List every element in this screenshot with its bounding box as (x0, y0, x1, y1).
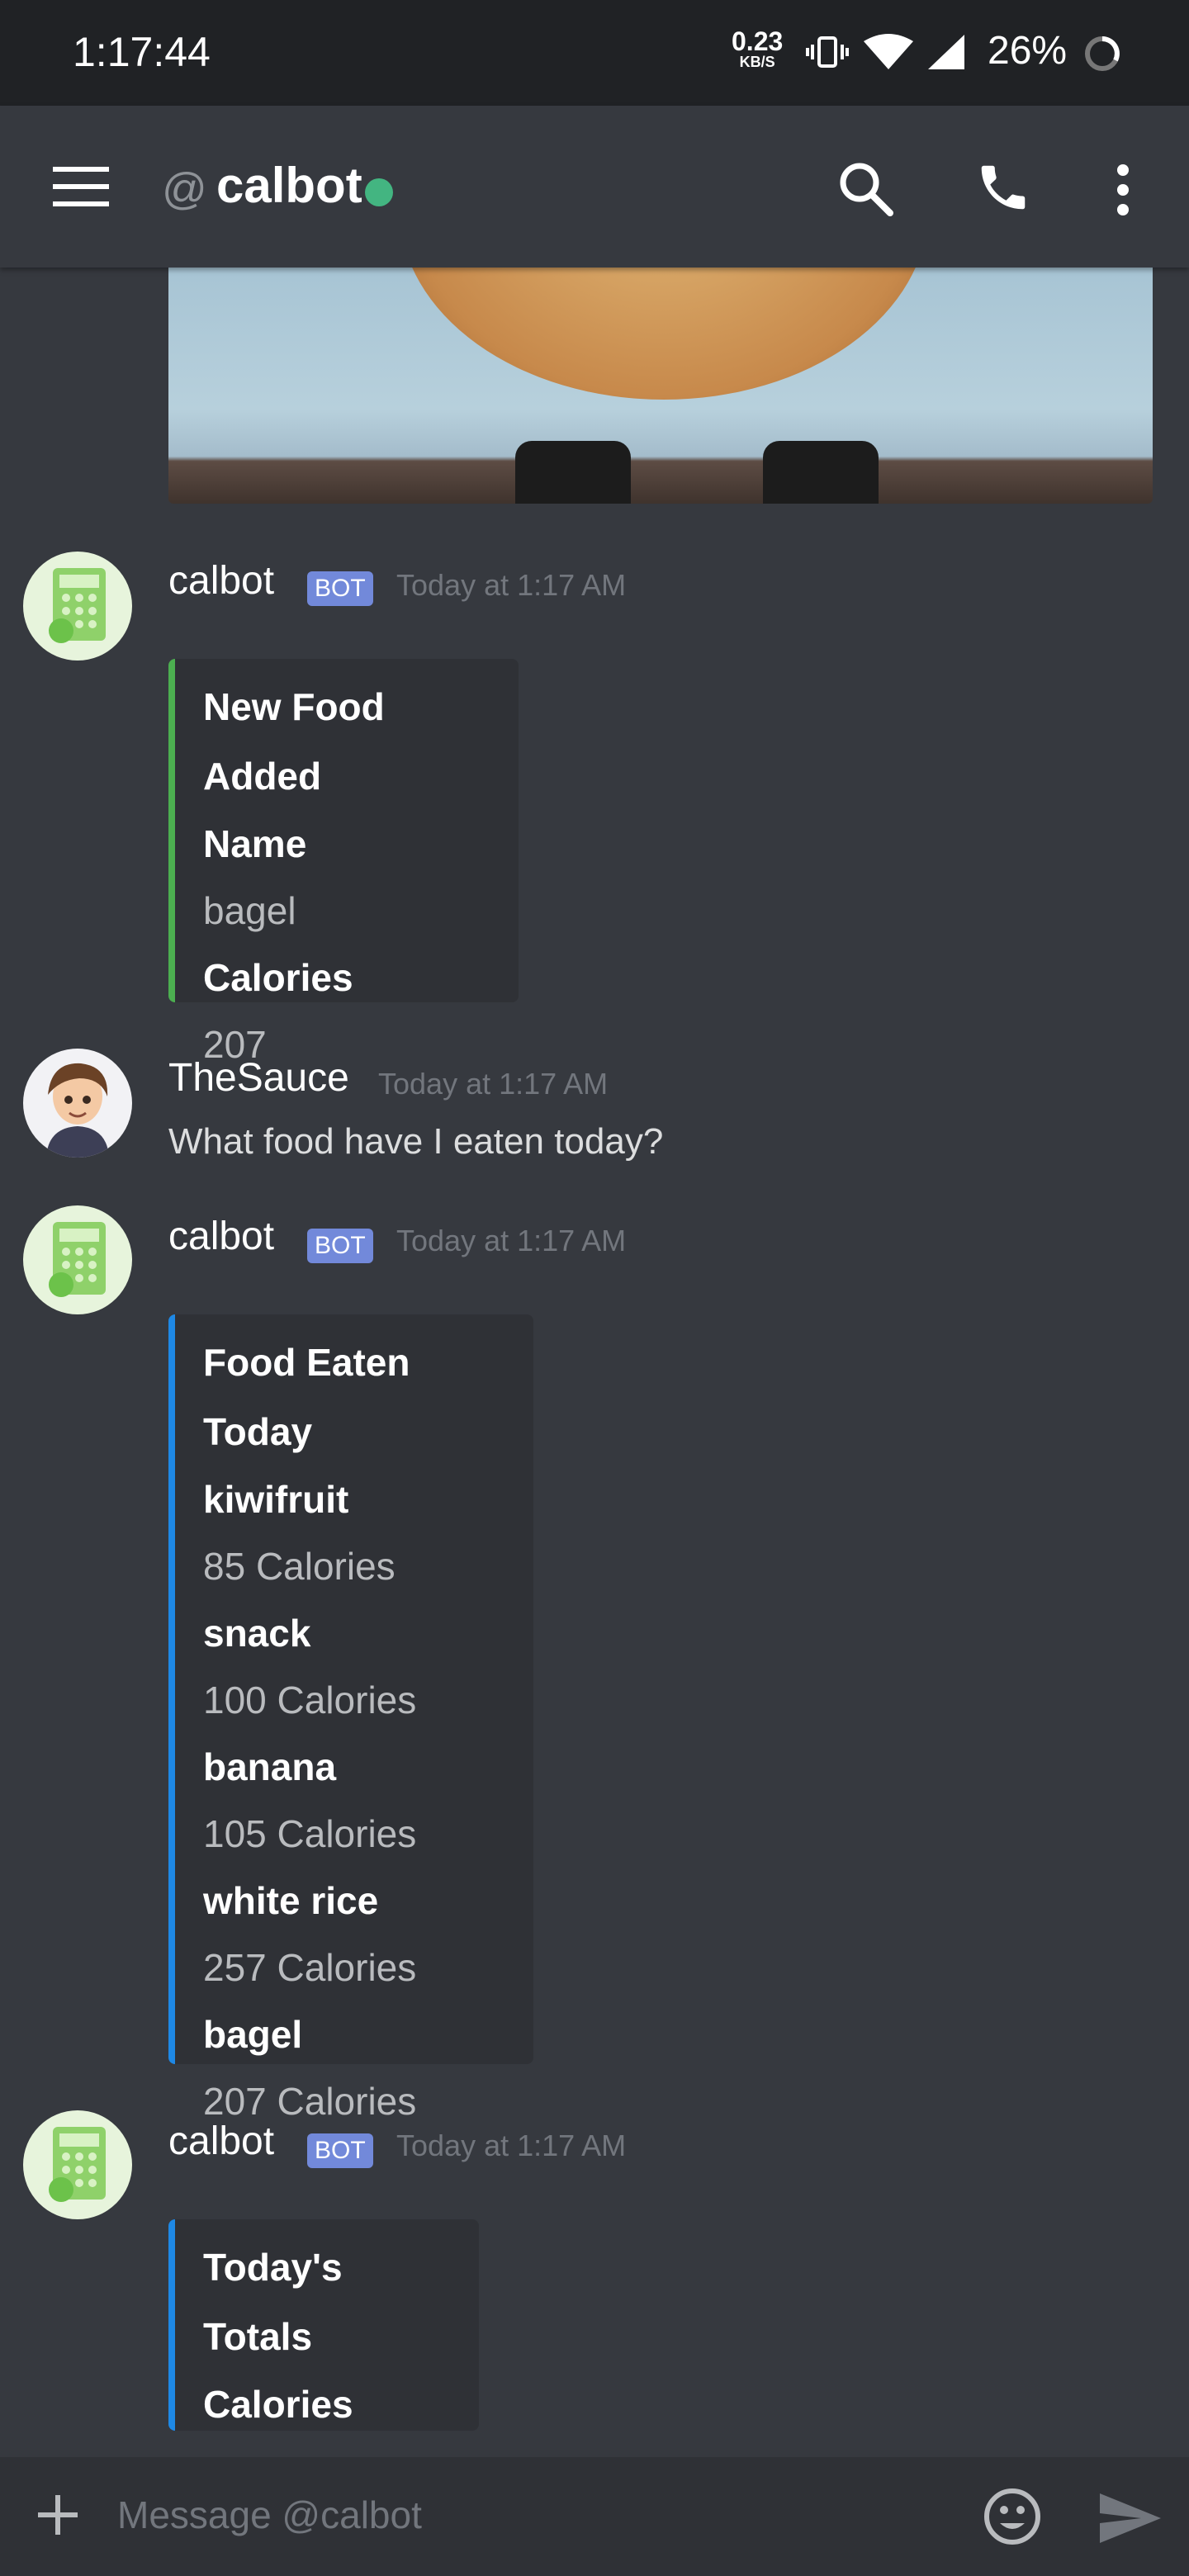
calculator-avatar-icon[interactable] (23, 552, 132, 661)
embed-field-name: bagel (203, 2013, 303, 2056)
embed-field-name: Name (203, 822, 307, 865)
plus-icon[interactable] (33, 2490, 83, 2540)
channel-name[interactable]: calbot (216, 157, 362, 214)
message: calbot BOT Today at 1:17 AM New Food Add… (0, 548, 1189, 1066)
embed: New Food Added Name bagel Calories 207 (168, 659, 519, 1066)
online-status-dot (365, 178, 393, 206)
network-speed-value: 0.23 (732, 26, 784, 56)
bot-badge: BOT (307, 1229, 373, 1263)
status-icons (806, 30, 971, 80)
embed-field-name: Calories (203, 956, 353, 999)
message: TheSauce Today at 1:17 AM What food have… (0, 1049, 1189, 1181)
wifi-icon (864, 34, 913, 69)
calculator-avatar-icon[interactable] (23, 2110, 132, 2219)
username[interactable]: calbot (168, 558, 274, 604)
network-speed-unit: KB/S (739, 54, 775, 70)
embed-field-value: 257 Calories (203, 1946, 417, 1989)
status-time: 1:17:44 (73, 29, 211, 75)
vibrate-icon (806, 36, 849, 68)
embed-field-value: 85 Calories (203, 1545, 396, 1588)
message-text: What food have I eaten today? (168, 1121, 664, 1162)
embed: Today's Totals Calories 1478 (168, 2219, 479, 2493)
send-icon[interactable] (1098, 2492, 1163, 2545)
embed: Food Eaten Today kiwifruit 85 Calories s… (168, 1314, 533, 2123)
message: calbot BOT Today at 1:17 AM Food Eaten T… (0, 1205, 1189, 2123)
more-icon[interactable] (1115, 163, 1131, 216)
embed-title: New Food Added (203, 685, 385, 798)
message-input[interactable] (116, 2492, 928, 2538)
emoji-icon[interactable] (983, 2487, 1042, 2546)
search-icon[interactable] (837, 160, 895, 218)
message-composer (0, 2457, 1189, 2576)
embed-field-name: snack (203, 1612, 311, 1655)
status-bar: 1:17:44 0.23 KB/S 26% (0, 0, 1189, 106)
timestamp: Today at 1:17 AM (396, 568, 627, 602)
timestamp: Today at 1:17 AM (378, 1067, 609, 1101)
calculator-avatar-icon[interactable] (23, 1205, 132, 1314)
signal-icon (928, 35, 964, 69)
embed-field-name: white rice (203, 1879, 379, 1922)
embed-field-name: kiwifruit (203, 1478, 349, 1521)
embed-field-value: 100 Calories (203, 1679, 417, 1721)
timestamp: Today at 1:17 AM (396, 1224, 627, 1257)
embed-field-name: Calories (203, 2383, 353, 2426)
network-speed: 0.23 KB/S (732, 28, 783, 69)
embed-field-value: 105 Calories (203, 1812, 417, 1855)
photo-detail (515, 441, 631, 504)
message: calbot BOT Today at 1:17 AM Today's Tota… (0, 2110, 1189, 2493)
bot-badge: BOT (307, 571, 373, 606)
at-symbol: @ (162, 164, 207, 214)
user-avatar[interactable] (23, 1049, 132, 1158)
bagel-photo (400, 268, 928, 400)
bot-badge: BOT (307, 2133, 373, 2168)
phone-icon[interactable] (974, 159, 1032, 216)
battery-circle-icon (1085, 36, 1120, 71)
embed-field-name: banana (203, 1745, 337, 1788)
embed-title: Today's Totals (203, 2246, 343, 2358)
image-attachment[interactable] (168, 268, 1153, 504)
menu-icon[interactable] (53, 165, 109, 208)
channel-header: @ calbot (0, 106, 1189, 268)
battery-level: 26% (988, 29, 1068, 73)
embed-title: Food Eaten Today (203, 1341, 410, 1453)
timestamp: Today at 1:17 AM (396, 2129, 627, 2162)
username[interactable]: TheSauce (168, 1055, 349, 1101)
username[interactable]: calbot (168, 2119, 274, 2164)
embed-field-value: bagel (203, 889, 296, 932)
username[interactable]: calbot (168, 1214, 274, 1259)
photo-detail (763, 441, 879, 504)
